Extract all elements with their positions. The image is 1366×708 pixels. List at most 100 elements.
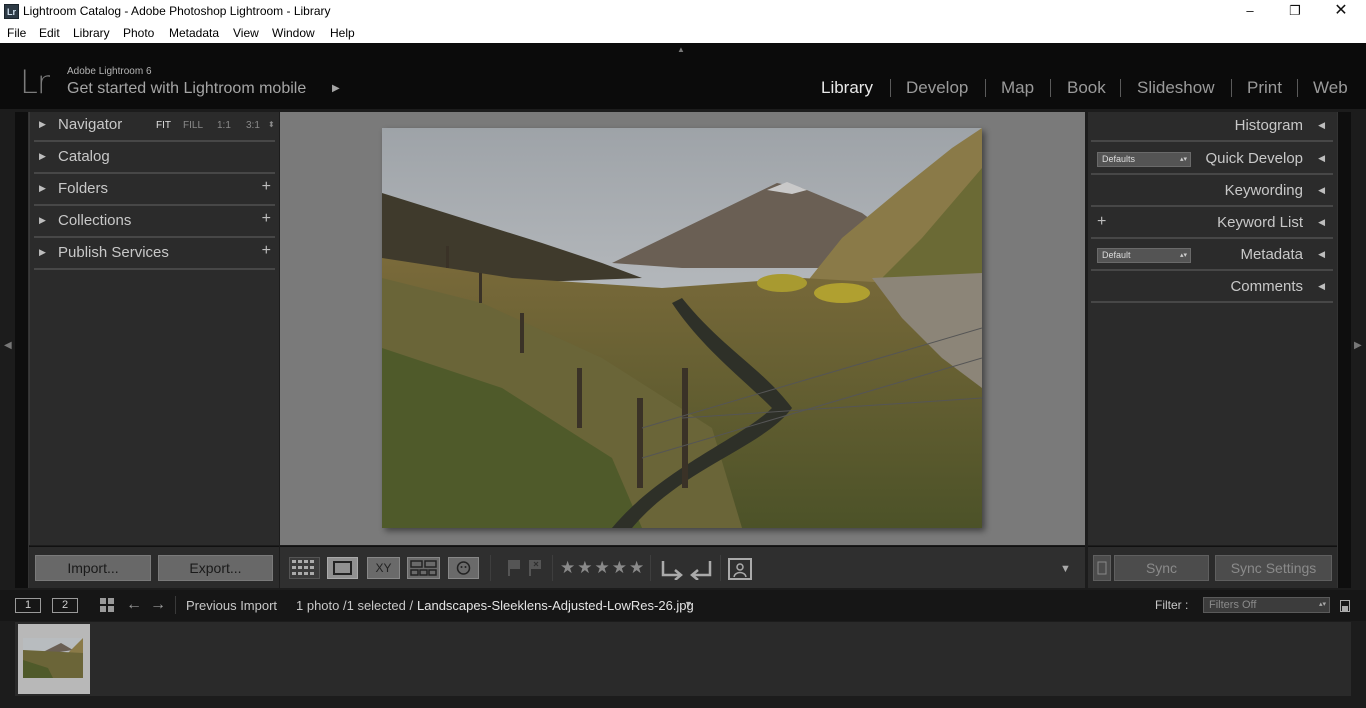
collapse-triangle-icon[interactable]: ◀	[1318, 249, 1325, 260]
flag-pick-icon[interactable]	[506, 559, 522, 582]
expand-triangle-icon[interactable]: ▶	[39, 215, 46, 226]
collapse-triangle-icon[interactable]: ◀	[1318, 120, 1325, 131]
add-folder-plus-icon[interactable]: +	[262, 178, 271, 196]
toolbar-separator	[650, 555, 651, 581]
close-icon[interactable]: ✕	[1318, 0, 1364, 23]
menu-window[interactable]: Window	[272, 26, 315, 40]
collapse-triangle-icon[interactable]: ◀	[1318, 153, 1325, 164]
keyword-list-header[interactable]: + Keyword List ◀	[1091, 209, 1333, 239]
select-arrows-icon: ▴▾	[1179, 156, 1187, 163]
expand-triangle-icon[interactable]: ▶	[39, 183, 46, 194]
loupe-view-icon[interactable]	[327, 557, 358, 579]
previous-arrow-icon[interactable]: ←	[126, 596, 142, 614]
collapse-triangle-icon[interactable]: ◀	[1318, 185, 1325, 196]
auto-sync-switch[interactable]	[1093, 555, 1111, 581]
module-map[interactable]: Map	[1001, 78, 1034, 98]
quick-develop-header[interactable]: Defaults ▴▾ Quick Develop ◀	[1091, 145, 1333, 175]
catalog-label: Catalog	[58, 148, 110, 165]
collections-header[interactable]: ▶ Collections +	[34, 208, 275, 238]
collapse-top-panel-icon[interactable]: ▲	[677, 45, 685, 54]
module-slideshow[interactable]: Slideshow	[1137, 78, 1215, 98]
source-label[interactable]: Previous Import	[186, 598, 277, 613]
rotate-right-icon[interactable]	[689, 558, 713, 585]
filmstrip	[15, 622, 1351, 696]
module-book[interactable]: Book	[1067, 78, 1106, 98]
filter-select[interactable]: Filters Off ▴▾	[1203, 597, 1330, 613]
metadata-preset-select[interactable]: Default ▴▾	[1097, 248, 1191, 263]
next-arrow-icon[interactable]: →	[150, 596, 166, 614]
second-window-button[interactable]: 2	[52, 598, 78, 613]
sync-settings-button[interactable]: Sync Settings	[1215, 555, 1332, 581]
metadata-header[interactable]: Default ▴▾ Metadata ◀	[1091, 241, 1333, 271]
star-rating[interactable]: ★★★★★	[560, 558, 646, 578]
module-separator	[1050, 79, 1051, 97]
zoom-fit[interactable]: FIT	[156, 120, 171, 131]
main-photo[interactable]	[382, 128, 982, 528]
people-view-icon[interactable]	[448, 557, 479, 579]
crop-overlay-icon[interactable]	[727, 557, 753, 586]
import-button[interactable]: Import...	[35, 555, 151, 581]
collapse-right-panel-icon[interactable]: ▶	[1354, 340, 1362, 351]
catalog-header[interactable]: ▶ Catalog	[34, 144, 275, 174]
folders-header[interactable]: ▶ Folders +	[34, 176, 275, 206]
module-library[interactable]: Library	[821, 78, 873, 98]
keywording-header[interactable]: Keywording ◀	[1091, 177, 1333, 207]
menu-metadata[interactable]: Metadata	[169, 26, 219, 40]
export-button[interactable]: Export...	[158, 555, 273, 581]
main-window-button[interactable]: 1	[15, 598, 41, 613]
module-separator	[1297, 79, 1298, 97]
menu-photo[interactable]: Photo	[123, 26, 154, 40]
comments-header[interactable]: Comments ◀	[1091, 273, 1333, 303]
navigator-header[interactable]: ▶ Navigator FIT FILL 1:1 3:1 ⬍	[34, 112, 275, 142]
menu-file[interactable]: File	[7, 26, 26, 40]
lightroom-mobile-link[interactable]: Get started with Lightroom mobile	[67, 80, 306, 98]
add-publish-service-plus-icon[interactable]: +	[262, 242, 271, 260]
quick-develop-preset-select[interactable]: Defaults ▴▾	[1097, 152, 1191, 167]
sync-button[interactable]: Sync	[1114, 555, 1209, 581]
module-web[interactable]: Web	[1313, 78, 1348, 98]
collapse-triangle-icon[interactable]: ◀	[1318, 281, 1325, 292]
grid-view-icon[interactable]	[289, 557, 320, 579]
filename-dropdown-icon[interactable]: ▼	[684, 599, 693, 609]
survey-view-icon[interactable]	[407, 557, 440, 579]
grid-icon[interactable]	[100, 598, 116, 616]
collapse-triangle-icon[interactable]: ◀	[1318, 217, 1325, 228]
filmstrip-thumbnail[interactable]	[18, 624, 90, 694]
right-panel-bottom: Sync Sync Settings	[1088, 546, 1337, 588]
module-print[interactable]: Print	[1247, 78, 1282, 98]
menu-view[interactable]: View	[233, 26, 259, 40]
menu-library[interactable]: Library	[73, 26, 110, 40]
preset-value: Default	[1102, 250, 1131, 260]
filter-lock-icon[interactable]	[1340, 600, 1350, 612]
add-keyword-plus-icon[interactable]: +	[1097, 213, 1106, 231]
menu-help[interactable]: Help	[330, 26, 355, 40]
expand-triangle-icon[interactable]: ▶	[39, 151, 46, 162]
lightroom-logo: Lr	[20, 63, 50, 101]
menu-edit[interactable]: Edit	[39, 26, 60, 40]
histogram-header[interactable]: Histogram ◀	[1091, 112, 1333, 142]
compare-view-icon[interactable]: XY	[367, 557, 400, 579]
minimize-icon[interactable]: –	[1227, 0, 1273, 23]
loupe-view	[280, 112, 1085, 545]
thumbnail-image	[23, 638, 83, 678]
publish-services-header[interactable]: ▶ Publish Services +	[34, 240, 275, 270]
expand-triangle-icon[interactable]: ▶	[39, 247, 46, 258]
window-title: Lightroom Catalog - Adobe Photoshop Ligh…	[23, 4, 331, 18]
expand-triangle-icon[interactable]: ▶	[39, 119, 46, 130]
rotate-left-icon[interactable]	[660, 558, 684, 585]
collapse-left-panel-icon[interactable]: ◀	[4, 340, 12, 351]
zoom-dropdown-icon[interactable]: ⬍	[268, 120, 275, 129]
play-arrow-icon[interactable]: ▶	[332, 83, 340, 94]
module-develop[interactable]: Develop	[906, 78, 968, 98]
add-collection-plus-icon[interactable]: +	[262, 210, 271, 228]
library-toolbar: XY ★★★★★ ▼	[280, 546, 1085, 588]
flag-reject-icon[interactable]	[527, 559, 543, 582]
toolbar-options-dropdown-icon[interactable]: ▼	[1060, 563, 1071, 575]
filmstrip-separator	[175, 596, 176, 614]
filter-value: Filters Off	[1209, 599, 1257, 611]
zoom-3-1[interactable]: 3:1	[246, 120, 260, 131]
zoom-1-1[interactable]: 1:1	[217, 120, 231, 131]
zoom-fill[interactable]: FILL	[183, 120, 203, 131]
restore-icon[interactable]: ❐	[1272, 0, 1318, 23]
selected-filename[interactable]: Landscapes-Sleeklens-Adjusted-LowRes-26.…	[417, 598, 694, 613]
